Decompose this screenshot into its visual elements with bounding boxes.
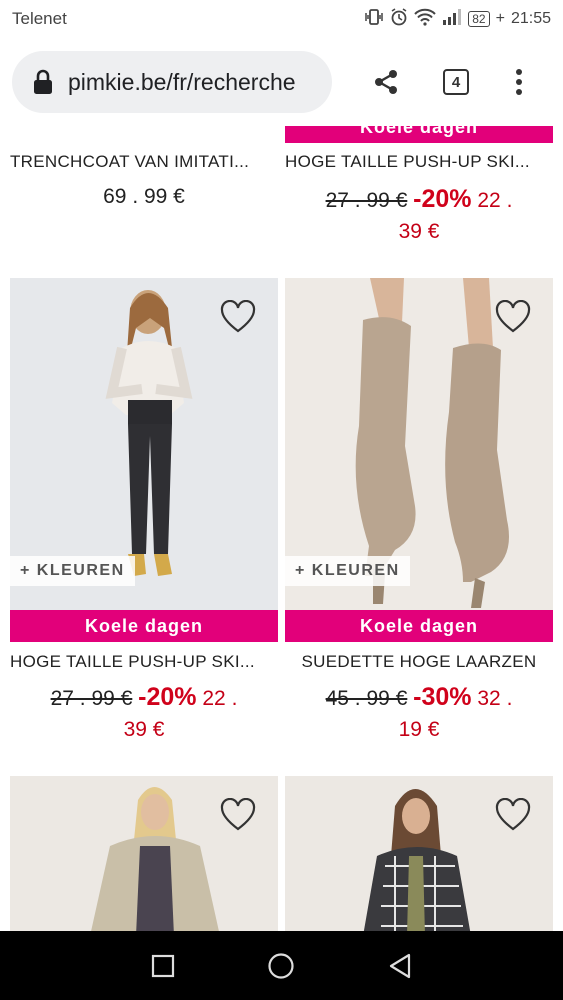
clock-time: 21:55 [510, 10, 551, 27]
product-title[interactable]: HOGE TAILLE PUSH-UP SKI... [10, 652, 278, 672]
product-image[interactable]: + KLEUREN [285, 278, 553, 610]
product-image[interactable] [285, 776, 553, 931]
tab-count: 4 [443, 69, 469, 95]
circle-home-icon[interactable] [267, 952, 295, 980]
heart-icon[interactable] [495, 300, 531, 334]
product-image[interactable] [10, 776, 278, 931]
wifi-icon [414, 8, 436, 31]
product-card[interactable] [285, 776, 553, 931]
discount-badge: -20% [138, 683, 197, 711]
old-price: 27 . 99 € [325, 189, 408, 212]
address-bar[interactable]: pimkie.be/fr/recherche [12, 51, 332, 113]
product-price: 69 . 99 € [10, 185, 278, 209]
new-price: 39 € [123, 718, 165, 741]
heart-icon[interactable] [220, 798, 256, 832]
product-price-continued: 39 € [10, 718, 278, 742]
url-text: pimkie.be/fr/recherche [68, 68, 296, 95]
old-price: 27 . 99 € [50, 687, 133, 710]
product-card[interactable] [10, 776, 278, 931]
product-price-continued: 19 € [285, 718, 553, 742]
product-title[interactable]: TRENCHCOAT VAN IMITATI... [10, 152, 278, 172]
product-price: 27 . 99 € -20% 22 . [285, 185, 553, 214]
product-title[interactable]: HOGE TAILLE PUSH-UP SKI... [285, 152, 553, 172]
new-price: 19 € [398, 718, 440, 741]
product-price: 45 . 99 € -30% 32 . [285, 683, 553, 712]
vibrate-icon [364, 8, 384, 31]
product-card[interactable]: Koele dagen HOGE TAILLE PUSH-UP SKI... 2… [285, 126, 553, 256]
lock-icon [34, 69, 52, 94]
share-button[interactable] [360, 56, 412, 108]
battery-icon: 82 [468, 11, 490, 27]
share-icon [375, 70, 397, 94]
product-price: 27 . 99 € -20% 22 . [10, 683, 278, 712]
product-price-continued: 39 € [285, 220, 553, 244]
charging-icon: + [495, 10, 505, 27]
colors-button[interactable]: + KLEUREN [10, 556, 135, 586]
menu-button[interactable] [493, 56, 545, 108]
colors-button[interactable]: + KLEUREN [285, 556, 410, 586]
promo-banner: Koele dagen [285, 610, 553, 642]
new-price: 39 € [398, 220, 440, 243]
browser-toolbar: pimkie.be/fr/recherche 4 [0, 38, 563, 126]
triangle-back-icon[interactable] [387, 952, 413, 980]
heart-icon[interactable] [220, 300, 256, 334]
signal-icon [442, 8, 462, 30]
product-image[interactable]: + KLEUREN [10, 278, 278, 610]
product-card[interactable]: + KLEUREN Koele dagen HOGE TAILLE PUSH-U… [10, 278, 278, 748]
regular-price: 69 . 99 € [103, 185, 185, 208]
product-title[interactable]: SUEDETTE HOGE LAARZEN [285, 652, 553, 672]
discount-badge: -20% [413, 185, 472, 213]
status-icons: 82 + 21:55 [364, 7, 551, 31]
new-price: 22 . [202, 687, 238, 710]
new-price: 22 . [477, 189, 513, 212]
promo-banner: Koele dagen [10, 610, 278, 642]
old-price: 45 . 99 € [325, 687, 408, 710]
menu-dots-icon [516, 69, 522, 95]
product-grid: TRENCHCOAT VAN IMITATI... 69 . 99 € Koel… [0, 126, 563, 931]
new-price: 32 . [477, 687, 513, 710]
tabs-button[interactable]: 4 [430, 56, 482, 108]
system-navigation-bar [0, 931, 563, 1000]
carrier-name: Telenet [12, 9, 67, 28]
square-nav-icon[interactable] [151, 954, 175, 978]
discount-badge: -30% [413, 683, 472, 711]
product-card[interactable]: + KLEUREN Koele dagen SUEDETTE HOGE LAAR… [285, 278, 553, 748]
alarm-icon [390, 7, 408, 31]
product-card[interactable]: TRENCHCOAT VAN IMITATI... 69 . 99 € [10, 126, 278, 236]
status-bar: Telenet 82 + 21:55 [0, 0, 563, 38]
promo-banner: Koele dagen [285, 126, 553, 143]
heart-icon[interactable] [495, 798, 531, 832]
